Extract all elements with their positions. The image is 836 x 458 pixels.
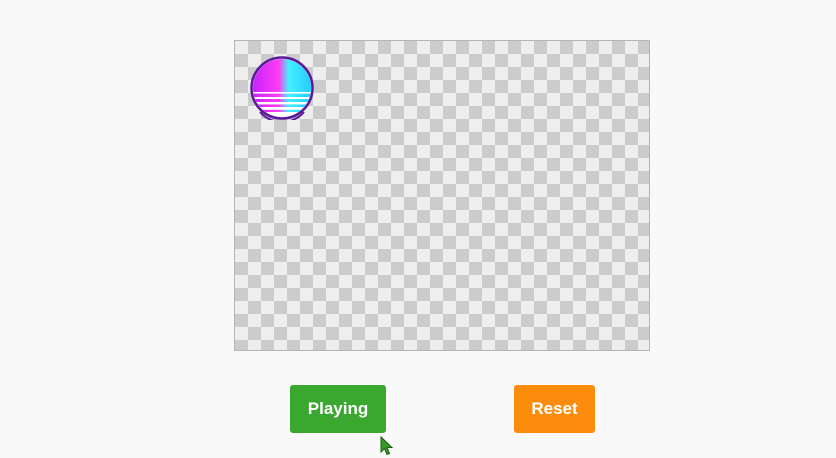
pointer-arrow-icon [380, 436, 394, 456]
play-button[interactable]: Playing [290, 385, 386, 433]
animation-canvas[interactable] [234, 40, 650, 351]
animation-stage: Playing Reset [0, 0, 836, 458]
reset-button[interactable]: Reset [514, 385, 595, 433]
sunset-sprite-icon [250, 56, 314, 120]
